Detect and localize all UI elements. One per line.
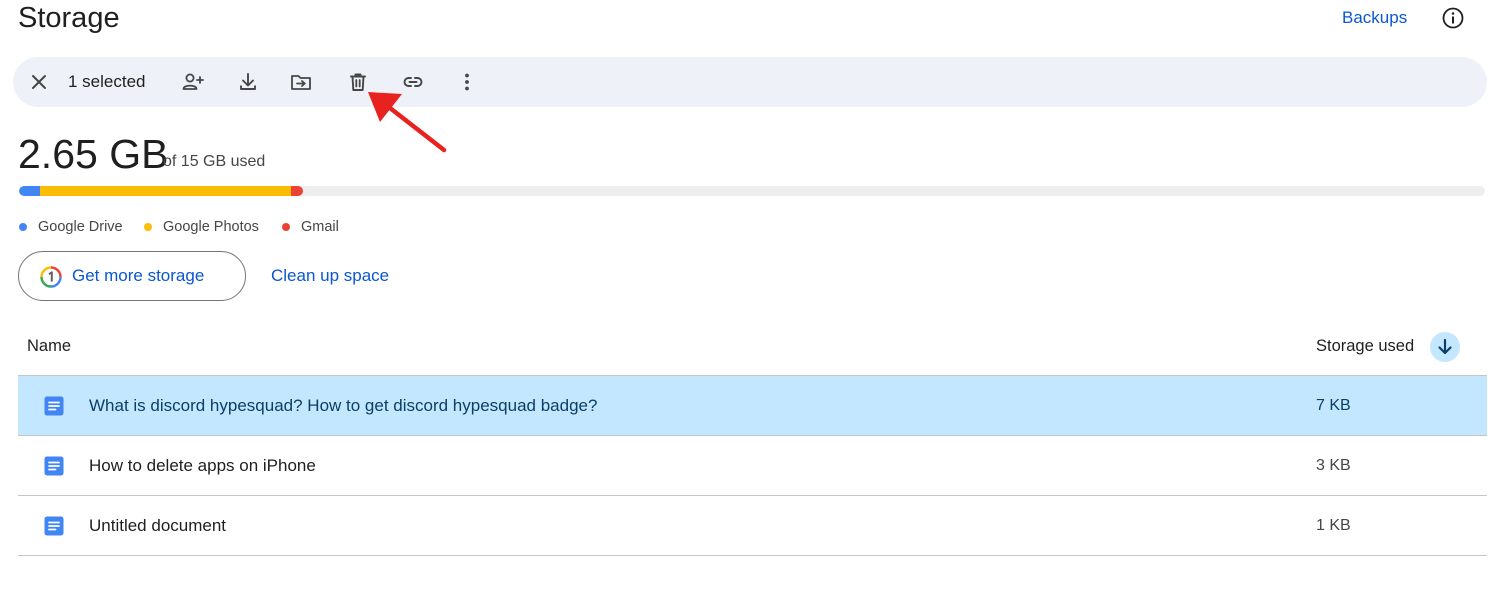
- usage-segment-google-drive: [19, 186, 40, 196]
- google-docs-icon: [44, 516, 64, 536]
- legend-dot-icon: [144, 223, 152, 231]
- page-title: Storage: [18, 2, 120, 34]
- trash-icon[interactable]: [346, 70, 370, 94]
- column-header-name[interactable]: Name: [27, 337, 71, 356]
- selection-toolbar: 1 selected: [13, 57, 1487, 107]
- file-size: 1 KB: [1316, 517, 1351, 534]
- legend-label: Google Drive: [38, 219, 123, 235]
- storage-used-amount: 2.65 GB: [18, 131, 169, 177]
- get-more-storage-button[interactable]: Get more storage: [18, 251, 246, 301]
- legend-label: Gmail: [301, 219, 339, 235]
- clean-up-space-link[interactable]: Clean up space: [271, 266, 389, 286]
- link-icon[interactable]: [401, 70, 425, 94]
- google-docs-icon: [44, 456, 64, 476]
- info-icon[interactable]: [1441, 6, 1465, 30]
- move-to-folder-icon[interactable]: [289, 70, 313, 94]
- legend-google-drive: Google Drive: [19, 219, 123, 235]
- selection-count: 1 selected: [68, 72, 146, 91]
- close-icon[interactable]: [27, 70, 51, 94]
- file-size: 3 KB: [1316, 457, 1351, 474]
- storage-usage-bar: [19, 186, 1485, 196]
- column-header-storage-used[interactable]: Storage used: [1316, 337, 1414, 356]
- file-name: What is discord hypesquad? How to get di…: [89, 396, 598, 415]
- google-docs-icon: [44, 396, 64, 416]
- file-name: Untitled document: [89, 516, 227, 535]
- storage-total-label: of 15 GB used: [163, 153, 266, 170]
- get-more-storage-label: Get more storage: [72, 266, 205, 285]
- table-row[interactable]: How to delete apps on iPhone 3 KB: [18, 436, 1487, 496]
- more-vert-icon[interactable]: [455, 70, 479, 94]
- file-size: 7 KB: [1316, 397, 1351, 414]
- share-person-add-icon[interactable]: [181, 70, 205, 94]
- sort-direction-button[interactable]: [1430, 332, 1460, 362]
- legend-dot-icon: [282, 223, 290, 231]
- legend-google-photos: Google Photos: [144, 219, 259, 235]
- table-row[interactable]: What is discord hypesquad? How to get di…: [18, 376, 1487, 436]
- legend-label: Google Photos: [163, 219, 259, 235]
- arrow-down-icon: [1438, 338, 1452, 355]
- download-icon[interactable]: [236, 70, 260, 94]
- table-row[interactable]: Untitled document 1 KB: [18, 496, 1487, 556]
- legend-gmail: Gmail: [282, 219, 339, 235]
- google-one-icon: [40, 266, 62, 288]
- usage-segment-gmail: [291, 186, 303, 196]
- backups-link[interactable]: Backups: [1342, 8, 1407, 28]
- file-name: How to delete apps on iPhone: [89, 456, 316, 475]
- legend-dot-icon: [19, 223, 27, 231]
- usage-segment-google-photos: [40, 186, 291, 196]
